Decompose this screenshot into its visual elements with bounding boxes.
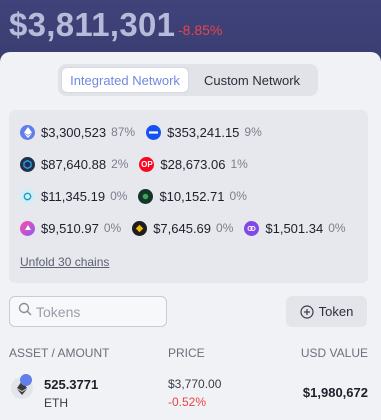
chain-item-bnb[interactable]: $7,645.69 0% (132, 220, 234, 236)
token-search-input[interactable]: Tokens (9, 296, 167, 327)
chain-row: $87,640.88 2% OP $28,673.06 1% (20, 154, 259, 174)
unfold-chains-link[interactable]: Unfold 30 chains (20, 255, 109, 269)
portfolio-panel: Integrated Network Custom Network $3,300… (0, 52, 381, 420)
chain-amount: $3,300,523 (41, 124, 107, 140)
chain-percent: 0% (110, 189, 128, 203)
ethereum-icon (20, 124, 35, 140)
asset-price-change: -0.52% (168, 395, 207, 409)
tab-integrated-network[interactable]: Integrated Network (61, 67, 189, 93)
chain-amount: $9,510.97 (41, 220, 99, 236)
chain-percent: 0% (328, 221, 346, 235)
chain-item-base[interactable]: $353,241.15 9% (146, 124, 262, 140)
search-placeholder: Tokens (36, 303, 81, 320)
bnb-icon (132, 220, 148, 236)
chain-amount: $7,645.69 (153, 220, 212, 236)
asset-price: $3,770.00 (168, 377, 222, 391)
chain-percent: 0% (103, 221, 122, 235)
chain-item-arbitrum[interactable]: $87,640.88 2% (20, 156, 129, 172)
plus-circle-icon (300, 304, 314, 319)
linea-icon (20, 188, 35, 204)
chain-item-polygon[interactable]: $1,501.34 0% (244, 220, 346, 236)
chain-percent: 0% (216, 221, 234, 235)
chain-item-optimism[interactable]: OP $28,673.06 1% (139, 156, 248, 172)
column-header-usd-value: USD VALUE (300, 346, 368, 360)
asset-usd-value: $1,980,672 (302, 385, 368, 400)
chain-percent: 9% (244, 125, 262, 139)
balance-change: -8.85% (178, 22, 223, 38)
chain-item-gnosis[interactable]: $10,152.71 0% (138, 188, 247, 204)
arbitrum-icon (20, 156, 35, 172)
chain-percent: 2% (111, 157, 129, 171)
blast-icon (20, 220, 35, 236)
total-balance: $3,811,301 (9, 6, 176, 43)
chain-row: $11,345.19 0% $10,152.71 0% (20, 186, 258, 206)
chain-amount: $11,345.19 (41, 188, 106, 204)
column-header-asset: ASSET / AMOUNT (9, 346, 110, 360)
chain-percent: 1% (230, 157, 248, 171)
add-token-button[interactable]: Token (286, 296, 367, 327)
add-token-label: Token (318, 304, 354, 319)
chain-item-linea[interactable]: $11,345.19 0% (20, 188, 128, 204)
asset-symbol: ETH (44, 396, 68, 410)
polygon-icon (244, 220, 260, 236)
portfolio-header: $3,811,301 -8.85% (0, 0, 381, 52)
column-header-price: PRICE (168, 346, 205, 360)
chain-amount: $10,152.71 (159, 188, 225, 204)
chain-item-ethereum[interactable]: $3,300,523 87% (20, 124, 136, 140)
chain-amount: $1,501.34 (265, 220, 324, 236)
chain-badge-icon (20, 374, 32, 386)
gnosis-icon (138, 188, 154, 204)
chain-amount: $28,673.06 (160, 156, 226, 172)
optimism-icon: OP (139, 156, 155, 172)
chain-row: $3,300,523 87% $353,241.15 9% (20, 122, 273, 142)
chain-amount: $87,640.88 (41, 156, 107, 172)
search-icon (18, 302, 32, 321)
tab-custom-network[interactable]: Custom Network (189, 67, 315, 93)
chain-item-blast[interactable]: $9,510.97 0% (20, 220, 122, 236)
network-toggle: Integrated Network Custom Network (58, 64, 318, 96)
asset-amount: 525.3771 (44, 377, 99, 392)
chain-distribution: $3,300,523 87% $353,241.15 9% $87,640.88… (9, 110, 368, 283)
chain-percent: 87% (111, 125, 136, 139)
chain-percent: 0% (229, 189, 247, 203)
chain-amount: $353,241.15 (167, 124, 240, 140)
base-chain-icon (146, 124, 162, 140)
chain-row: $9,510.97 0% $7,645.69 0% $1,501.34 0% (20, 218, 357, 238)
